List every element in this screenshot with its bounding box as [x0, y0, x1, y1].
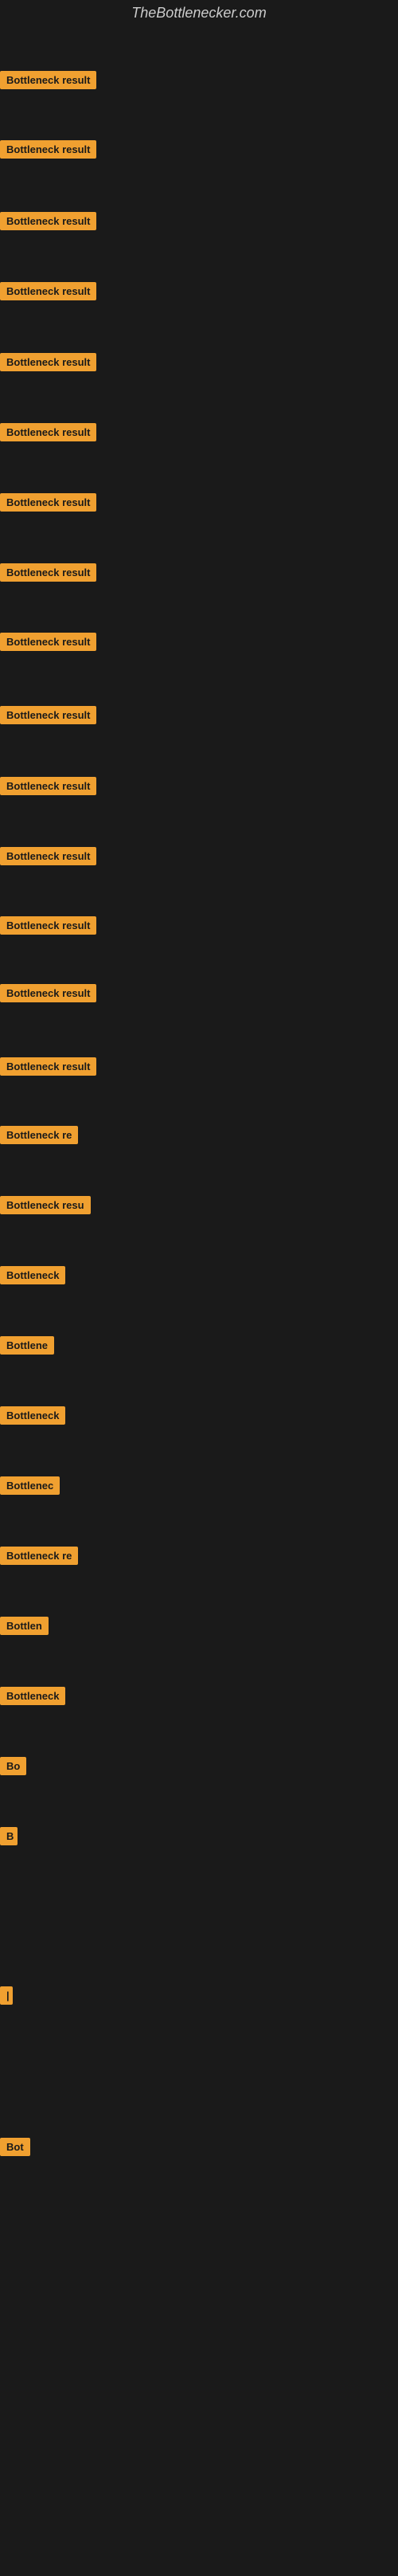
bottleneck-badge-1[interactable]: Bottleneck result — [0, 71, 96, 89]
bottleneck-item-16: Bottleneck re — [0, 1126, 78, 1148]
bottleneck-item-2: Bottleneck result — [0, 140, 96, 163]
bottleneck-badge-24[interactable]: Bottleneck — [0, 1687, 65, 1705]
bottleneck-badge-8[interactable]: Bottleneck result — [0, 563, 96, 582]
bottleneck-item-6: Bottleneck result — [0, 423, 96, 445]
bottleneck-badge-21[interactable]: Bottlenec — [0, 1476, 60, 1495]
bottleneck-badge-20[interactable]: Bottleneck — [0, 1406, 65, 1425]
bottleneck-item-4: Bottleneck result — [0, 282, 96, 304]
bottleneck-item-28: Bot — [0, 2138, 30, 2160]
bottleneck-item-13: Bottleneck result — [0, 916, 96, 939]
bottleneck-badge-6[interactable]: Bottleneck result — [0, 423, 96, 441]
bottleneck-badge-19[interactable]: Bottlene — [0, 1336, 54, 1355]
bottleneck-badge-11[interactable]: Bottleneck result — [0, 777, 96, 795]
bottleneck-item-14: Bottleneck result — [0, 984, 96, 1006]
bottleneck-item-17: Bottleneck resu — [0, 1196, 91, 1218]
bottleneck-badge-15[interactable]: Bottleneck result — [0, 1057, 96, 1076]
bottleneck-item-1: Bottleneck result — [0, 71, 96, 93]
bottleneck-badge-14[interactable]: Bottleneck result — [0, 984, 96, 1002]
bottleneck-badge-28[interactable]: Bot — [0, 2138, 30, 2156]
bottleneck-badge-4[interactable]: Bottleneck result — [0, 282, 96, 300]
bottleneck-badge-17[interactable]: Bottleneck resu — [0, 1196, 91, 1214]
bottleneck-badge-9[interactable]: Bottleneck result — [0, 633, 96, 651]
bottleneck-badge-13[interactable]: Bottleneck result — [0, 916, 96, 935]
bottleneck-badge-26[interactable]: B — [0, 1827, 18, 1845]
bottleneck-item-25: Bo — [0, 1757, 26, 1779]
bottleneck-badge-16[interactable]: Bottleneck re — [0, 1126, 78, 1144]
bottleneck-item-12: Bottleneck result — [0, 847, 96, 869]
bottleneck-item-5: Bottleneck result — [0, 353, 96, 375]
bottleneck-badge-22[interactable]: Bottleneck re — [0, 1547, 78, 1565]
bottleneck-item-21: Bottlenec — [0, 1476, 60, 1499]
bottleneck-badge-12[interactable]: Bottleneck result — [0, 847, 96, 865]
bottleneck-item-22: Bottleneck re — [0, 1547, 78, 1569]
bottleneck-item-20: Bottleneck — [0, 1406, 65, 1429]
bottleneck-item-10: Bottleneck result — [0, 706, 96, 728]
bottleneck-item-24: Bottleneck — [0, 1687, 65, 1709]
bottleneck-item-23: Bottlen — [0, 1617, 49, 1639]
bottleneck-badge-2[interactable]: Bottleneck result — [0, 140, 96, 159]
site-header: TheBottlenecker.com — [0, 0, 398, 26]
bottleneck-item-26: B — [0, 1827, 18, 1849]
bottleneck-item-27: | — [0, 1986, 13, 2009]
bottleneck-badge-18[interactable]: Bottleneck — [0, 1266, 65, 1284]
bottleneck-badge-7[interactable]: Bottleneck result — [0, 493, 96, 512]
bottleneck-badge-5[interactable]: Bottleneck result — [0, 353, 96, 371]
site-title: TheBottlenecker.com — [131, 0, 266, 27]
bottleneck-badge-3[interactable]: Bottleneck result — [0, 212, 96, 230]
bottleneck-item-18: Bottleneck — [0, 1266, 65, 1288]
bottleneck-badge-10[interactable]: Bottleneck result — [0, 706, 96, 724]
bottleneck-badge-23[interactable]: Bottlen — [0, 1617, 49, 1635]
bottleneck-item-8: Bottleneck result — [0, 563, 96, 586]
bottleneck-item-11: Bottleneck result — [0, 777, 96, 799]
bottleneck-item-7: Bottleneck result — [0, 493, 96, 516]
bottleneck-item-3: Bottleneck result — [0, 212, 96, 234]
bottleneck-item-9: Bottleneck result — [0, 633, 96, 655]
bottleneck-item-15: Bottleneck result — [0, 1057, 96, 1080]
bottleneck-item-19: Bottlene — [0, 1336, 54, 1359]
bottleneck-badge-25[interactable]: Bo — [0, 1757, 26, 1775]
bottleneck-badge-27[interactable]: | — [0, 1986, 13, 2005]
